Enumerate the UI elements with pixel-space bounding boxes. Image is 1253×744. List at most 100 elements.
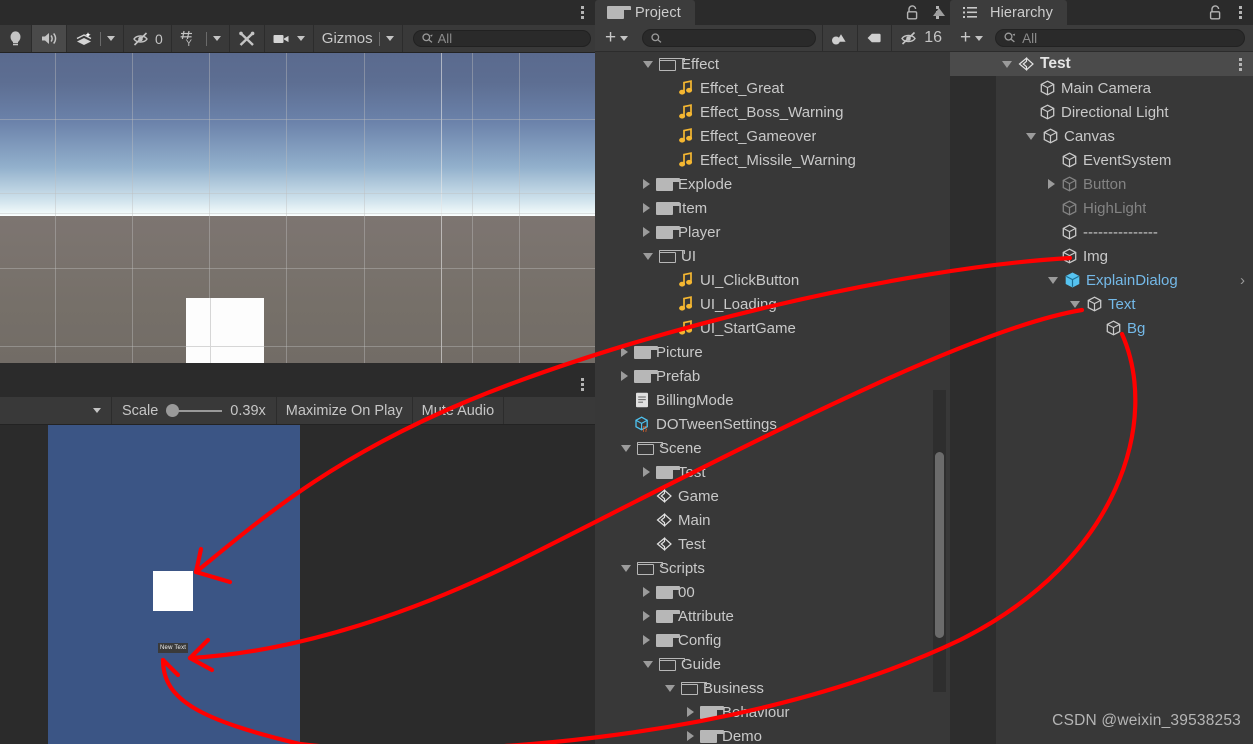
hierarchy-search-input[interactable]: All: [995, 29, 1245, 47]
disclosure-open-icon[interactable]: [1070, 300, 1080, 308]
hierarchy-tree-row[interactable]: Text: [950, 292, 1253, 316]
scene-gizmos-dropdown-button[interactable]: Gizmos: [313, 25, 403, 52]
scene-white-cube-object[interactable]: [186, 298, 264, 363]
tab-project[interactable]: Project: [595, 0, 695, 25]
project-tree-row[interactable]: Effect_Gameover: [595, 124, 950, 148]
disclosure-open-icon[interactable]: [621, 444, 631, 452]
project-tree-row[interactable]: Explode: [595, 172, 950, 196]
disclosure-closed-icon[interactable]: [643, 635, 650, 645]
project-tree-row[interactable]: Item: [595, 196, 950, 220]
project-hidden-count-button[interactable]: 16: [891, 24, 950, 52]
project-tree-row[interactable]: Game: [595, 484, 950, 508]
game-display-dropdown[interactable]: [0, 397, 112, 424]
project-tree[interactable]: Effect Effcet_Great Effect_Boss_Warning Eff…: [595, 52, 950, 744]
scene-hidden-objects-button[interactable]: 0: [124, 25, 172, 52]
chevron-down-icon[interactable]: [385, 36, 394, 41]
hierarchy-tree-row[interactable]: ---------------: [950, 220, 1253, 244]
game-scale-control[interactable]: Scale 0.39x: [112, 397, 277, 424]
hierarchy-scene-root-row[interactable]: Test: [950, 52, 1253, 76]
hierarchy-tree-row[interactable]: Canvas: [950, 124, 1253, 148]
tab-hierarchy[interactable]: Hierarchy: [950, 0, 1067, 25]
project-filter-by-label-button[interactable]: [857, 24, 891, 52]
disclosure-open-icon[interactable]: [643, 660, 653, 668]
project-tree-row[interactable]: UI_StartGame: [595, 316, 950, 340]
scene-more-options-icon[interactable]: [575, 5, 589, 21]
disclosure-closed-icon[interactable]: [643, 227, 650, 237]
project-tree-row[interactable]: Behaviour: [595, 700, 950, 724]
project-tree-row[interactable]: BillingMode: [595, 388, 950, 412]
project-filter-by-type-button[interactable]: [822, 24, 857, 52]
project-scrollbar[interactable]: [933, 390, 946, 692]
disclosure-closed-icon[interactable]: [643, 587, 650, 597]
mute-audio-toggle[interactable]: Mute Audio: [412, 397, 505, 424]
project-tree-row[interactable]: Player: [595, 220, 950, 244]
project-tree-row[interactable]: Config: [595, 628, 950, 652]
scene-viewport[interactable]: [0, 53, 595, 363]
disclosure-closed-icon[interactable]: [643, 179, 650, 189]
hierarchy-tree-row[interactable]: HighLight: [950, 196, 1253, 220]
chevron-down-icon[interactable]: [107, 36, 115, 41]
disclosure-open-icon[interactable]: [621, 564, 631, 572]
disclosure-closed-icon[interactable]: [621, 371, 628, 381]
project-tree-row[interactable]: Attribute: [595, 604, 950, 628]
project-tree-row[interactable]: Scene: [595, 436, 950, 460]
project-tree-row[interactable]: UI_ClickButton: [595, 268, 950, 292]
project-scroll-up-arrow[interactable]: [933, 8, 945, 16]
project-tree-row[interactable]: {} DOTweenSettings: [595, 412, 950, 436]
disclosure-closed-icon[interactable]: [1048, 179, 1055, 189]
scene-row-more-options-icon[interactable]: [1233, 56, 1247, 72]
chevron-down-icon[interactable]: [93, 408, 101, 413]
hierarchy-rows[interactable]: Main Camera Directional Light Canvas EventS…: [950, 76, 1253, 340]
scene-tools-button[interactable]: [229, 25, 265, 52]
project-create-button[interactable]: +: [595, 25, 636, 52]
disclosure-closed-icon[interactable]: [687, 707, 694, 717]
project-tree-row[interactable]: Demo: [595, 724, 950, 744]
hierarchy-lock-icon[interactable]: [1209, 5, 1222, 20]
hierarchy-tree-row[interactable]: Main Camera: [950, 76, 1253, 100]
chevron-down-icon[interactable]: [212, 36, 221, 41]
disclosure-closed-icon[interactable]: [643, 611, 650, 621]
project-tree-row[interactable]: Business: [595, 676, 950, 700]
disclosure-closed-icon[interactable]: [643, 467, 650, 477]
project-lock-icon[interactable]: [906, 5, 919, 20]
project-tree-row[interactable]: UI: [595, 244, 950, 268]
project-scrollbar-thumb[interactable]: [935, 452, 944, 638]
hierarchy-tree-row[interactable]: Bg: [950, 316, 1253, 340]
disclosure-closed-icon[interactable]: [621, 347, 628, 357]
scene-fx-dropdown-button[interactable]: [67, 25, 124, 52]
project-tree-row[interactable]: Guide: [595, 652, 950, 676]
project-search-input[interactable]: [642, 29, 817, 47]
hierarchy-create-button[interactable]: +: [950, 25, 991, 52]
scale-slider[interactable]: [166, 404, 223, 418]
hierarchy-tree-row[interactable]: ExplainDialog ›: [950, 268, 1253, 292]
project-tree-row[interactable]: Effect_Missile_Warning: [595, 148, 950, 172]
project-tree-row[interactable]: Test: [595, 460, 950, 484]
game-more-options-icon[interactable]: [575, 377, 589, 393]
hierarchy-tree-row[interactable]: Button: [950, 172, 1253, 196]
project-tree-row[interactable]: Effect_Boss_Warning: [595, 100, 950, 124]
disclosure-open-icon[interactable]: [1048, 276, 1058, 284]
disclosure-open-icon[interactable]: [643, 60, 653, 68]
hierarchy-tree-row[interactable]: Directional Light: [950, 100, 1253, 124]
game-viewport[interactable]: [0, 425, 595, 744]
scene-grid-dropdown-button[interactable]: Y: [171, 25, 230, 52]
project-tree-row[interactable]: Scripts: [595, 556, 950, 580]
scene-search-input[interactable]: All: [412, 30, 591, 47]
project-tree-row[interactable]: Test: [595, 532, 950, 556]
project-tree-row[interactable]: Picture: [595, 340, 950, 364]
hierarchy-tree-row[interactable]: Img: [950, 244, 1253, 268]
project-tree-row[interactable]: UI_Loading: [595, 292, 950, 316]
chevron-down-icon[interactable]: [620, 35, 629, 41]
hierarchy-more-options-icon[interactable]: [1233, 5, 1247, 21]
chevron-down-icon[interactable]: [296, 36, 305, 41]
scene-camera-dropdown-button[interactable]: [264, 25, 314, 52]
scene-audio-toggle-button[interactable]: [32, 25, 67, 52]
disclosure-open-icon[interactable]: [643, 252, 653, 260]
chevron-down-icon[interactable]: [975, 35, 984, 41]
disclosure-open-icon[interactable]: [1026, 132, 1036, 140]
disclosure-open-icon[interactable]: [665, 684, 675, 692]
disclosure-closed-icon[interactable]: [687, 731, 694, 741]
project-tree-row[interactable]: Effcet_Great: [595, 76, 950, 100]
project-tree-row[interactable]: Effect: [595, 52, 950, 76]
project-tree-row[interactable]: 00: [595, 580, 950, 604]
